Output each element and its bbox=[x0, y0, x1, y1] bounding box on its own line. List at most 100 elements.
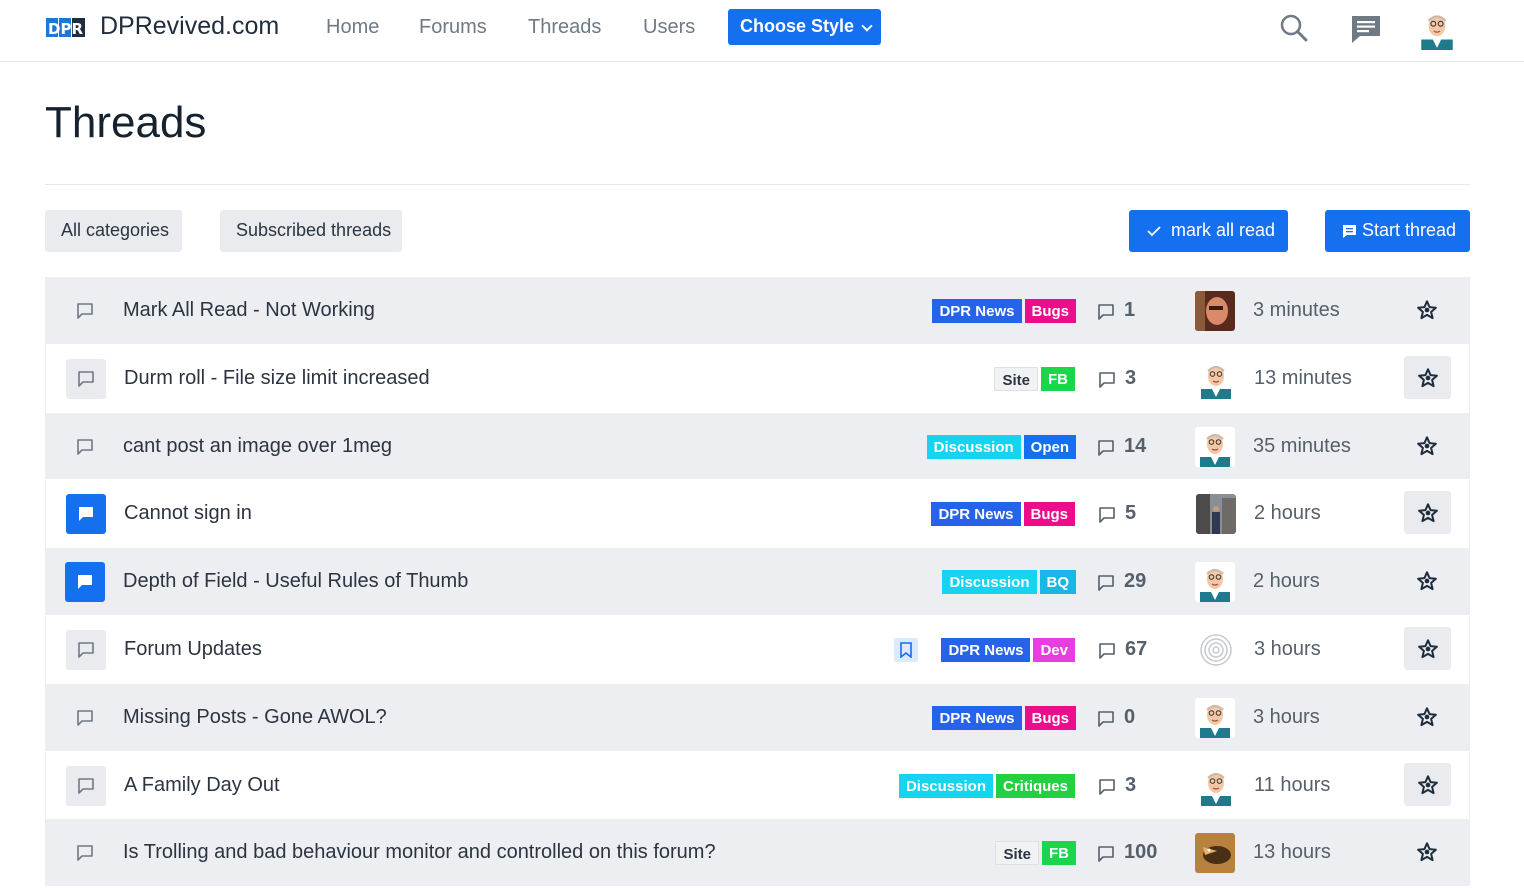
last-poster-avatar[interactable] bbox=[1195, 426, 1235, 467]
last-post-time[interactable]: 3 hours bbox=[1253, 706, 1320, 729]
tag-dpr-news[interactable]: DPR News bbox=[941, 637, 1031, 662]
tag-dpr-news[interactable]: DPR News bbox=[932, 299, 1022, 323]
last-poster-avatar[interactable] bbox=[1196, 629, 1236, 670]
last-post-time[interactable]: 13 minutes bbox=[1254, 367, 1352, 390]
last-poster-avatar[interactable] bbox=[1195, 697, 1235, 738]
user-avatar-icon[interactable] bbox=[1416, 8, 1458, 50]
last-poster-avatar[interactable] bbox=[1196, 358, 1236, 399]
last-poster-avatar[interactable] bbox=[1196, 494, 1236, 535]
bookmark-icon[interactable] bbox=[894, 637, 918, 662]
last-post-time[interactable]: 3 minutes bbox=[1253, 299, 1340, 322]
thread-row[interactable]: Missing Posts - Gone AWOL? DPR News Bugs 0 3… bbox=[45, 683, 1470, 752]
thread-row[interactable]: A Family Day Out Discussion Critiques 3 11 h… bbox=[45, 751, 1470, 820]
subscribe-star-button[interactable] bbox=[1403, 288, 1450, 331]
thread-icon bbox=[65, 291, 105, 331]
last-post-time[interactable]: 2 hours bbox=[1254, 502, 1321, 525]
subscribe-star-button[interactable] bbox=[1403, 559, 1450, 602]
mark-all-read-label: mark all read bbox=[1171, 220, 1276, 240]
subscribed-threads-button[interactable]: Subscribed threads bbox=[220, 210, 402, 252]
last-post-time[interactable]: 11 hours bbox=[1254, 774, 1330, 797]
tag-discussion[interactable]: Discussion bbox=[898, 773, 993, 798]
thread-title[interactable]: Missing Posts - Gone AWOL? bbox=[123, 706, 387, 729]
tag-site[interactable]: Site bbox=[995, 841, 1039, 866]
subscribe-star-button[interactable] bbox=[1404, 355, 1451, 399]
subscribe-star-button[interactable] bbox=[1403, 695, 1450, 738]
replies-icon bbox=[1097, 439, 1115, 462]
thread-icon bbox=[66, 629, 106, 670]
tag-discussion[interactable]: Discussion bbox=[926, 434, 1021, 459]
replies-icon bbox=[1098, 642, 1116, 665]
thread-tags: Site FB bbox=[994, 366, 1075, 391]
nav-forums[interactable]: Forums bbox=[419, 16, 487, 39]
star-icon bbox=[1418, 503, 1438, 523]
tag-bugs[interactable]: Bugs bbox=[1023, 502, 1075, 527]
subscribe-star-button[interactable] bbox=[1404, 491, 1451, 535]
reply-count: 14 bbox=[1124, 434, 1147, 457]
tag-discussion[interactable]: Discussion bbox=[942, 570, 1037, 595]
last-post-time[interactable]: 13 hours bbox=[1253, 841, 1331, 864]
subscribe-star-button[interactable] bbox=[1404, 626, 1451, 670]
thread-title[interactable]: Is Trolling and bad behaviour monitor an… bbox=[123, 841, 716, 864]
reply-count: 1 bbox=[1124, 299, 1136, 321]
thread-row[interactable]: Cannot sign in DPR News Bugs 5 2 hours bbox=[45, 480, 1470, 549]
thread-tags: DPR News Bugs bbox=[931, 502, 1075, 527]
messages-icon[interactable] bbox=[1348, 10, 1384, 46]
last-post-time[interactable]: 3 hours bbox=[1254, 638, 1321, 661]
site-brand[interactable]: DPRevived.com bbox=[100, 12, 279, 41]
subscribe-star-button[interactable] bbox=[1403, 424, 1450, 467]
nav-threads[interactable]: Threads bbox=[528, 16, 601, 39]
thread-icon bbox=[65, 698, 105, 738]
start-thread-button[interactable]: Start thread bbox=[1325, 210, 1470, 252]
tag-bq[interactable]: BQ bbox=[1039, 570, 1076, 595]
choose-style-button[interactable]: Choose Style bbox=[728, 9, 881, 45]
thread-title[interactable]: Durm roll - File size limit increased bbox=[124, 367, 430, 390]
thread-tags: DPR News Bugs bbox=[932, 299, 1076, 323]
last-poster-avatar[interactable] bbox=[1195, 833, 1235, 874]
tag-dev[interactable]: Dev bbox=[1033, 637, 1075, 662]
dpr-logo[interactable]: DPR bbox=[45, 14, 87, 40]
tag-dpr-news[interactable]: DPR News bbox=[931, 502, 1021, 527]
nav-users[interactable]: Users bbox=[643, 16, 695, 39]
reply-count: 0 bbox=[1124, 705, 1136, 728]
thread-row[interactable]: Depth of Field - Useful Rules of Thumb Di… bbox=[45, 548, 1470, 616]
star-icon bbox=[1418, 368, 1438, 387]
thread-title[interactable]: A Family Day Out bbox=[124, 774, 280, 797]
thread-row[interactable]: Mark All Read - Not Working DPR News Bugs 1… bbox=[45, 277, 1470, 345]
thread-row[interactable]: Forum Updates DPR News Dev 67 3 hours bbox=[45, 615, 1470, 684]
thread-title[interactable]: Depth of Field - Useful Rules of Thumb bbox=[123, 570, 468, 593]
thread-title[interactable]: Forum Updates bbox=[124, 638, 262, 661]
thread-row[interactable]: cant post an image over 1meg Discussion Op… bbox=[45, 412, 1470, 481]
thread-tags: DPR News Bugs bbox=[932, 705, 1076, 730]
tag-fb[interactable]: FB bbox=[1042, 841, 1076, 866]
tag-fb[interactable]: FB bbox=[1041, 366, 1075, 391]
nav-home[interactable]: Home bbox=[326, 16, 379, 39]
last-poster-avatar[interactable] bbox=[1196, 765, 1236, 806]
last-poster-avatar[interactable] bbox=[1195, 291, 1235, 331]
replies-icon bbox=[1098, 371, 1116, 394]
tag-open[interactable]: Open bbox=[1023, 434, 1076, 459]
subscribe-star-button[interactable] bbox=[1404, 762, 1451, 806]
tag-bugs[interactable]: Bugs bbox=[1024, 705, 1076, 730]
mark-all-read-button[interactable]: mark all read bbox=[1129, 210, 1288, 252]
choose-style-label: Choose Style bbox=[740, 16, 855, 36]
thread-title[interactable]: Cannot sign in bbox=[124, 502, 252, 525]
thread-title[interactable]: cant post an image over 1meg bbox=[123, 435, 392, 458]
all-categories-button[interactable]: All categories bbox=[45, 210, 182, 252]
thread-row[interactable]: Durm roll - File size limit increased Sit… bbox=[45, 344, 1470, 413]
thread-tags: Discussion BQ bbox=[942, 570, 1076, 595]
tag-critiques[interactable]: Critiques bbox=[995, 773, 1075, 798]
thread-title[interactable]: Mark All Read - Not Working bbox=[123, 299, 375, 322]
tag-bugs[interactable]: Bugs bbox=[1024, 299, 1076, 323]
search-icon[interactable] bbox=[1276, 10, 1312, 46]
tag-site[interactable]: Site bbox=[994, 366, 1038, 391]
tag-dpr-news[interactable]: DPR News bbox=[932, 705, 1022, 730]
last-post-time[interactable]: 35 minutes bbox=[1253, 435, 1351, 458]
last-poster-avatar[interactable] bbox=[1195, 562, 1235, 603]
last-post-time[interactable]: 2 hours bbox=[1253, 570, 1320, 593]
thread-row[interactable]: Is Trolling and bad behaviour monitor an… bbox=[45, 819, 1470, 888]
unread-thread-icon bbox=[65, 562, 105, 603]
reply-count: 5 bbox=[1125, 502, 1137, 525]
star-icon bbox=[1417, 300, 1437, 320]
subscribe-star-button[interactable] bbox=[1403, 830, 1450, 873]
check-icon bbox=[1147, 226, 1161, 237]
